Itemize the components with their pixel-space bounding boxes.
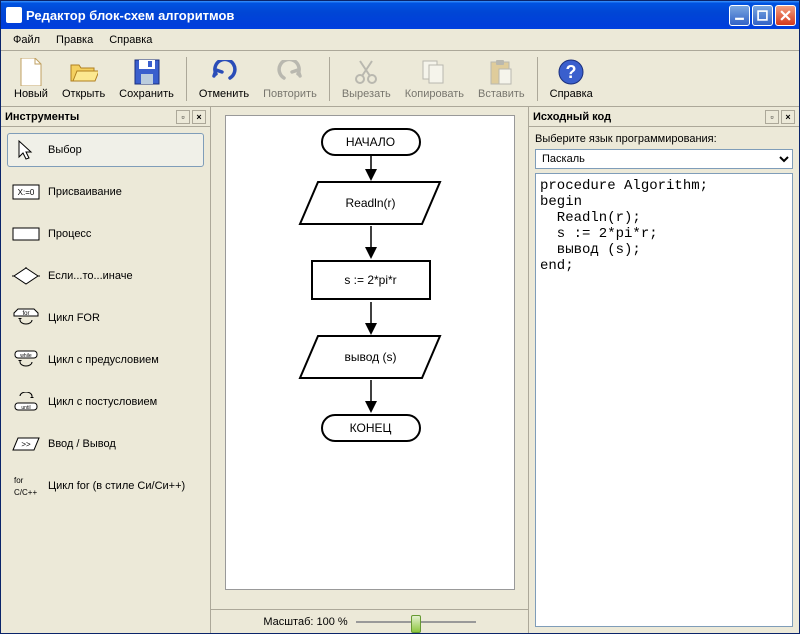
tool-if[interactable]: Если...то...иначе [7, 259, 204, 293]
svg-text:C/C++: C/C++ [14, 488, 37, 497]
redo-button[interactable]: Повторить [256, 54, 324, 104]
svg-text:for: for [14, 476, 24, 485]
svg-text:for: for [22, 311, 29, 317]
tool-select[interactable]: Выбор [7, 133, 204, 167]
tools-panel-undock-button[interactable]: ▫ [176, 110, 190, 124]
zoom-thumb[interactable] [411, 615, 421, 633]
zoom-label: Масштаб: 100 % [263, 616, 347, 628]
tools-panel-close-button[interactable]: × [192, 110, 206, 124]
svg-text:while: while [20, 353, 32, 359]
svg-text:?: ? [566, 62, 577, 82]
while-loop-icon: while [12, 350, 40, 370]
cursor-icon [12, 140, 40, 160]
diamond-icon [12, 266, 40, 286]
tool-io[interactable]: >> Ввод / Вывод [7, 427, 204, 461]
svg-text:X:=0: X:=0 [18, 188, 35, 197]
cfor-icon: for C/C++ [12, 476, 40, 496]
undo-icon [210, 58, 238, 86]
code-panel-undock-button[interactable]: ▫ [765, 110, 779, 124]
menu-help[interactable]: Справка [101, 32, 160, 48]
lang-select[interactable]: Паскаль [535, 149, 793, 169]
scissors-icon [352, 58, 380, 86]
node-end[interactable]: КОНЕЦ [321, 414, 421, 442]
copy-icon [420, 58, 448, 86]
assign-icon: X:=0 [12, 182, 40, 202]
app-icon [6, 7, 22, 23]
paste-icon [487, 58, 515, 86]
process-icon [12, 224, 40, 244]
close-button[interactable] [775, 5, 796, 26]
minimize-button[interactable] [729, 5, 750, 26]
new-file-icon [17, 58, 45, 86]
menu-edit[interactable]: Правка [48, 32, 101, 48]
app-window: Редактор блок-схем алгоритмов Файл Правк… [0, 0, 800, 634]
code-panel: Исходный код ▫ × Выберите язык программи… [529, 107, 799, 633]
save-disk-icon [133, 58, 161, 86]
for-loop-icon: for [12, 308, 40, 328]
tools-panel: Инструменты ▫ × Выбор X:=0 Присваивание … [1, 107, 211, 633]
content-area: Инструменты ▫ × Выбор X:=0 Присваивание … [1, 107, 799, 633]
save-button[interactable]: Сохранить [112, 54, 181, 104]
tool-process[interactable]: Процесс [7, 217, 204, 251]
new-button[interactable]: Новый [7, 54, 55, 104]
help-icon: ? [557, 58, 585, 86]
node-calc[interactable]: s := 2*pi*r [311, 260, 431, 300]
canvas-panel: НАЧАЛО Readln(r) s := 2*pi*r вывод (s) К… [211, 107, 529, 633]
menu-file[interactable]: Файл [5, 32, 48, 48]
node-input[interactable]: Readln(r) [301, 182, 441, 224]
svg-text:until: until [21, 405, 30, 411]
maximize-button[interactable] [752, 5, 773, 26]
tools-panel-header: Инструменты ▫ × [1, 107, 210, 127]
lang-label: Выберите язык программирования: [535, 133, 793, 145]
io-icon: >> [12, 434, 40, 454]
tool-for[interactable]: for Цикл FOR [7, 301, 204, 335]
tool-while[interactable]: while Цикл с предусловием [7, 343, 204, 377]
zoom-bar: Масштаб: 100 % [211, 609, 528, 633]
until-loop-icon: until [12, 392, 40, 412]
paste-button[interactable]: Вставить [471, 54, 532, 104]
cut-button[interactable]: Вырезать [335, 54, 398, 104]
copy-button[interactable]: Копировать [398, 54, 471, 104]
open-folder-icon [70, 58, 98, 86]
node-output[interactable]: вывод (s) [301, 336, 441, 378]
tool-until[interactable]: until Цикл с постусловием [7, 385, 204, 419]
code-panel-header: Исходный код ▫ × [529, 107, 799, 127]
open-button[interactable]: Открыть [55, 54, 112, 104]
svg-text:>>: >> [21, 440, 31, 449]
menubar: Файл Правка Справка [1, 29, 799, 51]
window-title: Редактор блок-схем алгоритмов [26, 8, 729, 23]
redo-icon [276, 58, 304, 86]
zoom-slider[interactable] [356, 614, 476, 630]
canvas-area[interactable]: НАЧАЛО Readln(r) s := 2*pi*r вывод (s) К… [225, 115, 515, 590]
tool-assign[interactable]: X:=0 Присваивание [7, 175, 204, 209]
tool-cfor[interactable]: forC/C++ Цикл for (в стиле Си/Си++) [7, 469, 204, 503]
code-area[interactable]: procedure Algorithm; begin Readln(r); s … [535, 173, 793, 627]
tools-list: Выбор X:=0 Присваивание Процесс Если...т… [1, 127, 210, 633]
canvas-viewport[interactable]: НАЧАЛО Readln(r) s := 2*pi*r вывод (s) К… [211, 107, 528, 609]
toolbar: Новый Открыть Сохранить Отменить Повтори… [1, 51, 799, 107]
help-button[interactable]: ? Справка [543, 54, 600, 104]
titlebar: Редактор блок-схем алгоритмов [1, 1, 799, 29]
node-start[interactable]: НАЧАЛО [321, 128, 421, 156]
undo-button[interactable]: Отменить [192, 54, 256, 104]
code-panel-close-button[interactable]: × [781, 110, 795, 124]
